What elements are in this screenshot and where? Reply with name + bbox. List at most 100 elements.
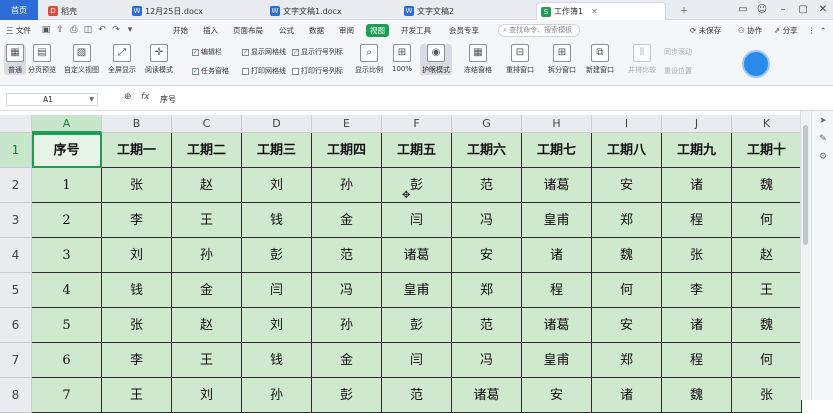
cell-a6[interactable]: 5 bbox=[32, 308, 102, 343]
cell-g6[interactable]: 范 bbox=[452, 308, 522, 343]
undo-icon[interactable]: ↶ bbox=[96, 24, 108, 36]
column-header-a[interactable]: A bbox=[32, 115, 102, 133]
check-print-gridlines[interactable]: 打印网格线 bbox=[242, 66, 286, 76]
cell-a8[interactable]: 7 bbox=[32, 378, 102, 413]
cell-k4[interactable]: 赵 bbox=[732, 238, 802, 273]
cell-e6[interactable]: 孙 bbox=[312, 308, 382, 343]
cell-e2[interactable]: 孙 bbox=[312, 168, 382, 203]
column-header-h[interactable]: H bbox=[522, 115, 592, 133]
cell-i6[interactable]: 安 bbox=[592, 308, 662, 343]
cell-c1[interactable]: 工期二 bbox=[172, 133, 242, 168]
cell-i8[interactable]: 诸 bbox=[592, 378, 662, 413]
freeze-panes-button[interactable]: ▦ 冻结窗格 bbox=[464, 44, 492, 75]
cell-g4[interactable]: 安 bbox=[452, 238, 522, 273]
cell-f2[interactable]: 彭 bbox=[382, 168, 452, 203]
formula-input[interactable]: 序号 bbox=[160, 93, 805, 106]
row-header-7[interactable]: 7 bbox=[0, 343, 32, 378]
tab-doc-1[interactable]: W 文字文稿1.docx bbox=[266, 2, 346, 20]
menu-review[interactable]: 审阅 bbox=[339, 24, 354, 37]
check-task-pane[interactable]: ✓ 任务窗格 bbox=[192, 66, 229, 76]
cell-d3[interactable]: 钱 bbox=[242, 203, 312, 238]
cell-f1[interactable]: 工期五 bbox=[382, 133, 452, 168]
menu-data[interactable]: 数据 bbox=[309, 24, 324, 37]
eye-protect-button[interactable]: ◉ 护眼模式 bbox=[420, 44, 452, 75]
side-by-side-button[interactable]: ⫴ 并排比较 bbox=[628, 44, 656, 75]
collab-button[interactable]: ⚇ 协作 bbox=[738, 24, 762, 37]
row-header-3[interactable]: 3 bbox=[0, 203, 32, 238]
cell-e4[interactable]: 范 bbox=[312, 238, 382, 273]
zoom-icon[interactable]: ⊕ bbox=[124, 92, 132, 102]
cell-c8[interactable]: 刘 bbox=[172, 378, 242, 413]
row-header-5[interactable]: 5 bbox=[0, 273, 32, 308]
cell-b7[interactable]: 李 bbox=[102, 343, 172, 378]
cell-e8[interactable]: 彭 bbox=[312, 378, 382, 413]
tab-doc-2[interactable]: W 文字文稿2 bbox=[400, 2, 458, 20]
menu-developer[interactable]: 开发工具 bbox=[401, 24, 431, 37]
select-all-corner[interactable] bbox=[0, 115, 32, 133]
file-menu[interactable]: 三 文件 bbox=[6, 24, 31, 37]
cell-c6[interactable]: 赵 bbox=[172, 308, 242, 343]
tab-workbook-1[interactable]: S 工作簿1 ✕ bbox=[536, 2, 666, 20]
sync-scroll-button[interactable]: 同步滚动 bbox=[664, 47, 692, 57]
row-header-2[interactable]: 2 bbox=[0, 168, 32, 203]
fx-icon[interactable]: fx bbox=[141, 92, 150, 102]
row-header-1[interactable]: 1 bbox=[0, 133, 32, 168]
new-window-button[interactable]: ⧉ 新建窗口 bbox=[586, 44, 614, 75]
cell-i4[interactable]: 魏 bbox=[592, 238, 662, 273]
cell-k2[interactable]: 魏 bbox=[732, 168, 802, 203]
cell-g1[interactable]: 工期六 bbox=[452, 133, 522, 168]
cell-h6[interactable]: 诸葛 bbox=[522, 308, 592, 343]
layout-icon[interactable]: ▭ bbox=[733, 2, 753, 18]
avatar[interactable]: ☺ bbox=[752, 2, 772, 18]
home-tab[interactable]: 首页 bbox=[0, 0, 38, 20]
cell-c5[interactable]: 金 bbox=[172, 273, 242, 308]
menu-formula[interactable]: 公式 bbox=[279, 24, 294, 37]
cell-h7[interactable]: 皇甫 bbox=[522, 343, 592, 378]
column-header-e[interactable]: E bbox=[312, 115, 382, 133]
cell-e3[interactable]: 金 bbox=[312, 203, 382, 238]
close-window-icon[interactable]: ✕ bbox=[813, 2, 833, 18]
cell-k1[interactable]: 工期十 bbox=[732, 133, 802, 168]
assistant-avatar[interactable] bbox=[742, 50, 770, 78]
cell-a2[interactable]: 1 bbox=[32, 168, 102, 203]
menu-page-layout[interactable]: 页面布局 bbox=[233, 24, 263, 37]
zoom-ratio-button[interactable]: ⌕ 显示比例 bbox=[355, 44, 383, 75]
close-tab-icon[interactable]: ✕ bbox=[591, 7, 598, 16]
custom-view-button[interactable]: ▧ 自定义视图 bbox=[64, 44, 99, 75]
cell-j7[interactable]: 程 bbox=[662, 343, 732, 378]
split-window-button[interactable]: ⊞ 拆分窗口 bbox=[548, 44, 576, 75]
cell-d7[interactable]: 钱 bbox=[242, 343, 312, 378]
more-icon[interactable]: ⋮ bbox=[808, 24, 816, 37]
cell-k3[interactable]: 何 bbox=[732, 203, 802, 238]
column-header-c[interactable]: C bbox=[172, 115, 242, 133]
style-icon[interactable]: ✎ bbox=[817, 133, 829, 145]
check-show-gridlines[interactable]: ✓ 显示网格线 bbox=[242, 47, 286, 57]
cell-d8[interactable]: 孙 bbox=[242, 378, 312, 413]
row-header-6[interactable]: 6 bbox=[0, 308, 32, 343]
cell-f6[interactable]: 彭 bbox=[382, 308, 452, 343]
cell-k5[interactable]: 王 bbox=[732, 273, 802, 308]
check-print-headings[interactable]: 打印行号列标 bbox=[292, 66, 343, 76]
cell-d5[interactable]: 闫 bbox=[242, 273, 312, 308]
zoom-100-button[interactable]: ⊞ 100% bbox=[392, 44, 412, 73]
cell-a5[interactable]: 4 bbox=[32, 273, 102, 308]
cell-i2[interactable]: 安 bbox=[592, 168, 662, 203]
name-box[interactable]: A1 ▼ bbox=[6, 93, 98, 106]
print-icon[interactable]: ⎙ bbox=[68, 24, 80, 36]
cell-g2[interactable]: 范 bbox=[452, 168, 522, 203]
column-header-i[interactable]: I bbox=[592, 115, 662, 133]
cell-j2[interactable]: 诸 bbox=[662, 168, 732, 203]
cell-b1[interactable]: 工期一 bbox=[102, 133, 172, 168]
new-tab-icon[interactable]: ＋ bbox=[680, 3, 688, 17]
cell-a4[interactable]: 3 bbox=[32, 238, 102, 273]
save-icon[interactable]: ▣ bbox=[40, 24, 52, 36]
cell-b3[interactable]: 李 bbox=[102, 203, 172, 238]
cell-d6[interactable]: 刘 bbox=[242, 308, 312, 343]
reading-mode-button[interactable]: ✛ 阅读模式 bbox=[145, 44, 173, 75]
cell-b6[interactable]: 张 bbox=[102, 308, 172, 343]
pointer-icon[interactable]: ➤ bbox=[817, 115, 829, 127]
quick-access-dropdown-icon[interactable]: ▾ bbox=[124, 24, 136, 36]
cell-f3[interactable]: 闫 bbox=[382, 203, 452, 238]
fullscreen-button[interactable]: ⤢ 全屏显示 bbox=[108, 44, 136, 75]
cell-h5[interactable]: 程 bbox=[522, 273, 592, 308]
